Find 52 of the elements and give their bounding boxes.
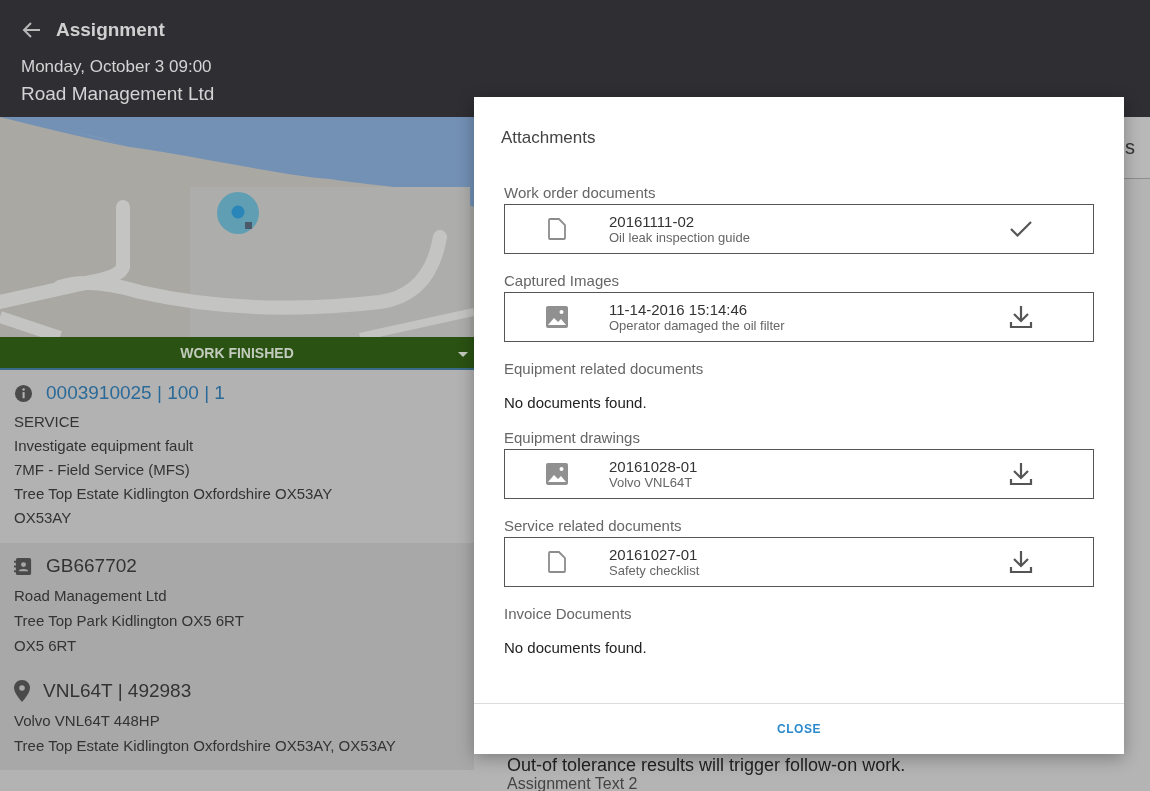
location-pin-icon bbox=[14, 680, 30, 702]
close-button[interactable]: CLOSE bbox=[767, 716, 831, 742]
dialog-title: Attachments bbox=[500, 127, 597, 149]
tab-label[interactable]: s bbox=[1125, 136, 1135, 159]
attachment-item[interactable]: 11-14-2016 15:14:46 Operator damaged the oil filter bbox=[504, 292, 1094, 342]
attachment-description: Volvo VNL64T bbox=[609, 475, 694, 490]
attachment-name: 11-14-2016 15:14:46 bbox=[609, 301, 749, 318]
detail-line: OX5 6RT bbox=[14, 636, 78, 656]
detail-line: SERVICE bbox=[14, 412, 81, 432]
attachment-description: Oil leak inspection guide bbox=[609, 230, 751, 245]
detail-line: OX53AY bbox=[14, 508, 73, 528]
detail-line: Tree Top Estate Kidlington Oxfordshire OX53AY bbox=[14, 484, 334, 504]
attachment-name: 20161027-01 bbox=[609, 546, 699, 563]
caret-icon[interactable] bbox=[458, 352, 468, 357]
download-icon[interactable] bbox=[1009, 462, 1033, 486]
detail-line: Tree Top Park Kidlington OX5 6RT bbox=[14, 611, 245, 631]
detail-line: Tree Top Estate Kidlington Oxfordshire OX53AY, OX53AY bbox=[14, 736, 397, 756]
detail-line: Investigate equipment fault bbox=[14, 436, 195, 456]
back-arrow-icon[interactable] bbox=[21, 21, 41, 39]
document-icon bbox=[548, 218, 566, 240]
body-text: Out-of tolerance results will trigger follow-on work. bbox=[507, 755, 906, 775]
customer-name: Road Management Ltd bbox=[21, 83, 216, 105]
section-heading: VNL64T | 492983 bbox=[43, 680, 192, 702]
detail-line: 7MF - Field Service (MFS) bbox=[14, 460, 191, 480]
download-icon[interactable] bbox=[1009, 305, 1033, 329]
attachment-description: Safety checklist bbox=[609, 563, 701, 578]
status-bar[interactable]: WORK FINISHED bbox=[0, 337, 474, 370]
attachment-name: 20161111-02 bbox=[609, 213, 696, 230]
empty-message: No documents found. bbox=[504, 394, 648, 411]
empty-message: No documents found. bbox=[504, 639, 648, 656]
download-icon[interactable] bbox=[1009, 550, 1033, 574]
attachment-name: 20161028-01 bbox=[609, 458, 699, 475]
detail-line: Road Management Ltd bbox=[14, 586, 168, 606]
attachment-item[interactable]: 20161111-02 Oil leak inspection guide bbox=[504, 204, 1094, 254]
section-label: Equipment drawings bbox=[504, 429, 641, 448]
section-label: Service related documents bbox=[504, 517, 683, 536]
image-icon bbox=[546, 306, 568, 328]
section-heading: GB667702 bbox=[46, 555, 137, 577]
section-label: Captured Images bbox=[504, 272, 621, 291]
section-label: Work order documents bbox=[504, 184, 657, 203]
attachment-item[interactable]: 20161027-01 Safety checklist bbox=[504, 537, 1094, 587]
attachment-item[interactable]: 20161028-01 Volvo VNL64T bbox=[504, 449, 1094, 499]
info-icon bbox=[14, 383, 33, 403]
attachment-description: Operator damaged the oil filter bbox=[609, 318, 786, 333]
contact-book-icon bbox=[14, 556, 33, 576]
detail-line: Volvo VNL64T 448HP bbox=[14, 711, 161, 731]
page-title: Assignment bbox=[56, 19, 165, 41]
date-time: Monday, October 3 09:00 bbox=[21, 57, 213, 77]
document-icon bbox=[548, 551, 566, 573]
section-label: Equipment related documents bbox=[504, 360, 705, 379]
image-icon bbox=[546, 463, 568, 485]
section-label: Invoice Documents bbox=[504, 605, 633, 624]
